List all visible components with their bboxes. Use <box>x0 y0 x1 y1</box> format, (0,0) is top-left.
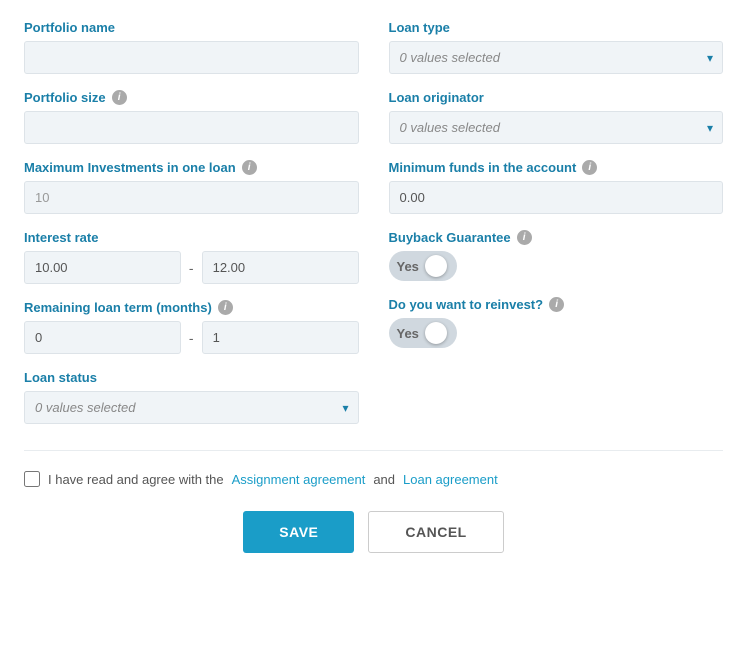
loan-status-label: Loan status <box>24 370 359 385</box>
remaining-loan-term-from-input[interactable] <box>24 321 181 354</box>
buyback-guarantee-toggle-label: Yes <box>397 259 419 274</box>
reinvest-group: Do you want to reinvest? i Yes <box>389 297 724 348</box>
buyback-guarantee-group: Buyback Guarantee i Yes <box>389 230 724 281</box>
remaining-loan-term-range: - <box>24 321 359 354</box>
buyback-guarantee-label: Buyback Guarantee i <box>389 230 724 245</box>
remaining-loan-term-to-input[interactable] <box>202 321 359 354</box>
loan-originator-label: Loan originator <box>389 90 724 105</box>
loan-status-group: Loan status 0 values selected ▾ <box>24 370 359 424</box>
max-investments-group: Maximum Investments in one loan i <box>24 160 359 214</box>
minimum-funds-label: Minimum funds in the account i <box>389 160 724 175</box>
interest-rate-group: Interest rate - <box>24 230 359 284</box>
portfolio-name-group: Portfolio name <box>24 20 359 74</box>
remaining-loan-term-label: Remaining loan term (months) i <box>24 300 359 315</box>
reinvest-label: Do you want to reinvest? i <box>389 297 724 312</box>
loan-originator-group: Loan originator 0 values selected ▾ <box>389 90 724 144</box>
reinvest-toggle-label: Yes <box>397 326 419 341</box>
form-divider <box>24 450 723 451</box>
button-row: SAVE CANCEL <box>24 511 723 553</box>
loan-type-label: Loan type <box>389 20 724 35</box>
portfolio-size-group: Portfolio size i <box>24 90 359 144</box>
loan-status-select[interactable]: 0 values selected <box>24 391 359 424</box>
save-button[interactable]: SAVE <box>243 511 354 553</box>
cancel-button[interactable]: CANCEL <box>368 511 503 553</box>
interest-rate-separator: - <box>189 260 194 276</box>
minimum-funds-input[interactable] <box>389 181 724 214</box>
buyback-guarantee-info-icon: i <box>517 230 532 245</box>
buyback-guarantee-toggle-row: Yes <box>389 251 724 281</box>
interest-rate-label: Interest rate <box>24 230 359 245</box>
interest-rate-from-input[interactable] <box>24 251 181 284</box>
assignment-agreement-link[interactable]: Assignment agreement <box>232 472 366 487</box>
loan-status-select-wrapper: 0 values selected ▾ <box>24 391 359 424</box>
max-investments-input[interactable] <box>24 181 359 214</box>
max-investments-info-icon: i <box>242 160 257 175</box>
agreement-checkbox[interactable] <box>24 471 40 487</box>
minimum-funds-info-icon: i <box>582 160 597 175</box>
agreement-text-between: and <box>373 472 395 487</box>
loan-agreement-link[interactable]: Loan agreement <box>403 472 498 487</box>
portfolio-size-input[interactable] <box>24 111 359 144</box>
loan-type-select[interactable]: 0 values selected <box>389 41 724 74</box>
portfolio-name-input[interactable] <box>24 41 359 74</box>
interest-rate-to-input[interactable] <box>202 251 359 284</box>
portfolio-size-label: Portfolio size i <box>24 90 359 105</box>
reinvest-toggle[interactable]: Yes <box>389 318 457 348</box>
loan-type-group: Loan type 0 values selected ▾ <box>389 20 724 74</box>
remaining-loan-term-group: Remaining loan term (months) i - <box>24 300 359 354</box>
reinvest-info-icon: i <box>549 297 564 312</box>
loan-type-select-wrapper: 0 values selected ▾ <box>389 41 724 74</box>
loan-originator-select[interactable]: 0 values selected <box>389 111 724 144</box>
max-investments-label: Maximum Investments in one loan i <box>24 160 359 175</box>
interest-rate-range: - <box>24 251 359 284</box>
portfolio-size-info-icon: i <box>112 90 127 105</box>
reinvest-toggle-row: Yes <box>389 318 724 348</box>
remaining-loan-term-separator: - <box>189 330 194 346</box>
portfolio-name-label: Portfolio name <box>24 20 359 35</box>
loan-originator-select-wrapper: 0 values selected ▾ <box>389 111 724 144</box>
reinvest-toggle-circle <box>425 322 447 344</box>
minimum-funds-group: Minimum funds in the account i <box>389 160 724 214</box>
agreement-row: I have read and agree with the Assignmen… <box>24 471 723 487</box>
agreement-text-before: I have read and agree with the <box>48 472 224 487</box>
buyback-guarantee-toggle[interactable]: Yes <box>389 251 457 281</box>
remaining-loan-term-info-icon: i <box>218 300 233 315</box>
buyback-guarantee-toggle-circle <box>425 255 447 277</box>
